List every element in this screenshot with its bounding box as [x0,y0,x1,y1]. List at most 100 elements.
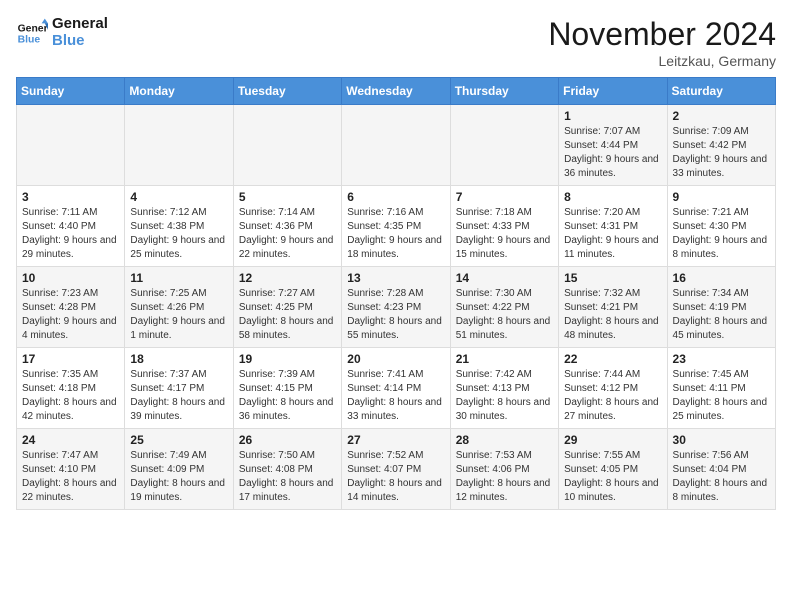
day-number: 17 [22,352,119,366]
day-info: Sunrise: 7:47 AM Sunset: 4:10 PM Dayligh… [22,449,119,505]
header-monday: Monday [125,78,233,105]
day-info: Sunrise: 7:27 AM Sunset: 4:25 PM Dayligh… [239,287,336,343]
day-number: 29 [564,433,661,447]
calendar-cell: 17Sunrise: 7:35 AM Sunset: 4:18 PM Dayli… [17,348,125,429]
day-info: Sunrise: 7:53 AM Sunset: 4:06 PM Dayligh… [456,449,553,505]
calendar-cell: 18 Sunrise: 7:37 AM Sunset: 4:17 PM Dayli… [125,348,233,429]
calendar-cell: 29 Sunrise: 7:55 AM Sunset: 4:05 PM Dayli… [559,429,667,510]
day-info: Sunrise: 7:16 AM Sunset: 4:35 PM Dayligh… [347,206,444,262]
day-info: Sunrise: 7:28 AM Sunset: 4:23 PM Dayligh… [347,287,444,343]
calendar-cell [17,105,125,186]
day-number: 21 [456,352,553,366]
day-info: Sunrise: 7:12 AM Sunset: 4:38 PM Dayligh… [130,206,227,262]
day-info: Sunrise: 7:25 AM Sunset: 4:26 PM Dayligh… [130,287,227,343]
day-number: 15 [564,271,661,285]
day-number: 14 [456,271,553,285]
header-thursday: Thursday [450,78,558,105]
day-info: Sunrise: 7:30 AM Sunset: 4:22 PM Dayligh… [456,287,553,343]
calendar-cell: 16 Sunrise: 7:34 AM Sunset: 4:19 PM Dayli… [667,267,775,348]
calendar-cell: 4 Sunrise: 7:12 AM Sunset: 4:38 PM Daylig… [125,186,233,267]
logo: General Blue General Blue [16,16,108,49]
day-number: 3 [22,190,119,204]
day-number: 20 [347,352,444,366]
day-info: Sunrise: 7:39 AM Sunset: 4:15 PM Dayligh… [239,368,336,424]
day-info: Sunrise: 7:34 AM Sunset: 4:19 PM Dayligh… [673,287,770,343]
svg-text:Blue: Blue [18,34,41,45]
day-info: Sunrise: 7:37 AM Sunset: 4:17 PM Dayligh… [130,368,227,424]
day-info: Sunrise: 7:09 AM Sunset: 4:42 PM Dayligh… [673,125,770,181]
logo-icon: General Blue [16,17,48,49]
calendar-cell: 6 Sunrise: 7:16 AM Sunset: 4:35 PM Daylig… [342,186,450,267]
day-number: 6 [347,190,444,204]
calendar-cell: 22 Sunrise: 7:44 AM Sunset: 4:12 PM Dayli… [559,348,667,429]
calendar-cell: 26Sunrise: 7:50 AM Sunset: 4:08 PM Dayli… [233,429,341,510]
calendar-cell: 21 Sunrise: 7:42 AM Sunset: 4:13 PM Dayli… [450,348,558,429]
day-info: Sunrise: 7:45 AM Sunset: 4:11 PM Dayligh… [673,368,770,424]
calendar-cell: 10Sunrise: 7:23 AM Sunset: 4:28 PM Dayli… [17,267,125,348]
calendar-cell: 23Sunrise: 7:45 AM Sunset: 4:11 PM Dayli… [667,348,775,429]
day-info: Sunrise: 7:14 AM Sunset: 4:36 PM Dayligh… [239,206,336,262]
day-number: 12 [239,271,336,285]
calendar-cell: 8Sunrise: 7:20 AM Sunset: 4:31 PM Daylig… [559,186,667,267]
day-number: 4 [130,190,227,204]
day-info: Sunrise: 7:41 AM Sunset: 4:14 PM Dayligh… [347,368,444,424]
calendar-cell: 20 Sunrise: 7:41 AM Sunset: 4:14 PM Dayli… [342,348,450,429]
day-number: 26 [239,433,336,447]
day-number: 25 [130,433,227,447]
header-sunday: Sunday [17,78,125,105]
calendar-cell: 11Sunrise: 7:25 AM Sunset: 4:26 PM Dayli… [125,267,233,348]
day-number: 7 [456,190,553,204]
day-number: 18 [130,352,227,366]
calendar-cell [450,105,558,186]
day-number: 13 [347,271,444,285]
day-info: Sunrise: 7:44 AM Sunset: 4:12 PM Dayligh… [564,368,661,424]
calendar-header-row: SundayMondayTuesdayWednesdayThursdayFrid… [17,78,776,105]
header-saturday: Saturday [667,78,775,105]
calendar-cell: 15 Sunrise: 7:32 AM Sunset: 4:21 PM Dayli… [559,267,667,348]
calendar-cell: 13 Sunrise: 7:28 AM Sunset: 4:23 PM Dayli… [342,267,450,348]
day-info: Sunrise: 7:55 AM Sunset: 4:05 PM Dayligh… [564,449,661,505]
week-row-3: 17Sunrise: 7:35 AM Sunset: 4:18 PM Dayli… [17,348,776,429]
location: Leitzkau, Germany [548,53,776,69]
day-number: 19 [239,352,336,366]
day-number: 1 [564,109,661,123]
calendar-cell: 12 Sunrise: 7:27 AM Sunset: 4:25 PM Dayli… [233,267,341,348]
page-header: General Blue General Blue November 2024 … [16,16,776,69]
day-number: 2 [673,109,770,123]
day-info: Sunrise: 7:42 AM Sunset: 4:13 PM Dayligh… [456,368,553,424]
day-number: 9 [673,190,770,204]
calendar-cell [125,105,233,186]
day-number: 5 [239,190,336,204]
week-row-1: 3 Sunrise: 7:11 AM Sunset: 4:40 PM Daylig… [17,186,776,267]
day-info: Sunrise: 7:56 AM Sunset: 4:04 PM Dayligh… [673,449,770,505]
header-wednesday: Wednesday [342,78,450,105]
calendar-cell: 2 Sunrise: 7:09 AM Sunset: 4:42 PM Daylig… [667,105,775,186]
calendar-cell: 3 Sunrise: 7:11 AM Sunset: 4:40 PM Daylig… [17,186,125,267]
calendar-cell: 25Sunrise: 7:49 AM Sunset: 4:09 PM Dayli… [125,429,233,510]
week-row-0: 1 Sunrise: 7:07 AM Sunset: 4:44 PM Daylig… [17,105,776,186]
week-row-2: 10Sunrise: 7:23 AM Sunset: 4:28 PM Dayli… [17,267,776,348]
logo-general-text: General [52,16,108,33]
title-area: November 2024 Leitzkau, Germany [548,16,776,69]
calendar-table: SundayMondayTuesdayWednesdayThursdayFrid… [16,77,776,510]
day-number: 10 [22,271,119,285]
day-info: Sunrise: 7:11 AM Sunset: 4:40 PM Dayligh… [22,206,119,262]
day-info: Sunrise: 7:20 AM Sunset: 4:31 PM Dayligh… [564,206,661,262]
day-info: Sunrise: 7:32 AM Sunset: 4:21 PM Dayligh… [564,287,661,343]
calendar-cell: 14 Sunrise: 7:30 AM Sunset: 4:22 PM Dayli… [450,267,558,348]
month-title: November 2024 [548,16,776,53]
week-row-4: 24Sunrise: 7:47 AM Sunset: 4:10 PM Dayli… [17,429,776,510]
calendar-cell: 24Sunrise: 7:47 AM Sunset: 4:10 PM Dayli… [17,429,125,510]
calendar-cell: 27Sunrise: 7:52 AM Sunset: 4:07 PM Dayli… [342,429,450,510]
calendar-cell [233,105,341,186]
day-number: 22 [564,352,661,366]
calendar-cell [342,105,450,186]
day-info: Sunrise: 7:07 AM Sunset: 4:44 PM Dayligh… [564,125,661,181]
day-info: Sunrise: 7:52 AM Sunset: 4:07 PM Dayligh… [347,449,444,505]
day-number: 16 [673,271,770,285]
calendar-cell: 7 Sunrise: 7:18 AM Sunset: 4:33 PM Daylig… [450,186,558,267]
header-tuesday: Tuesday [233,78,341,105]
day-info: Sunrise: 7:18 AM Sunset: 4:33 PM Dayligh… [456,206,553,262]
header-friday: Friday [559,78,667,105]
day-number: 28 [456,433,553,447]
